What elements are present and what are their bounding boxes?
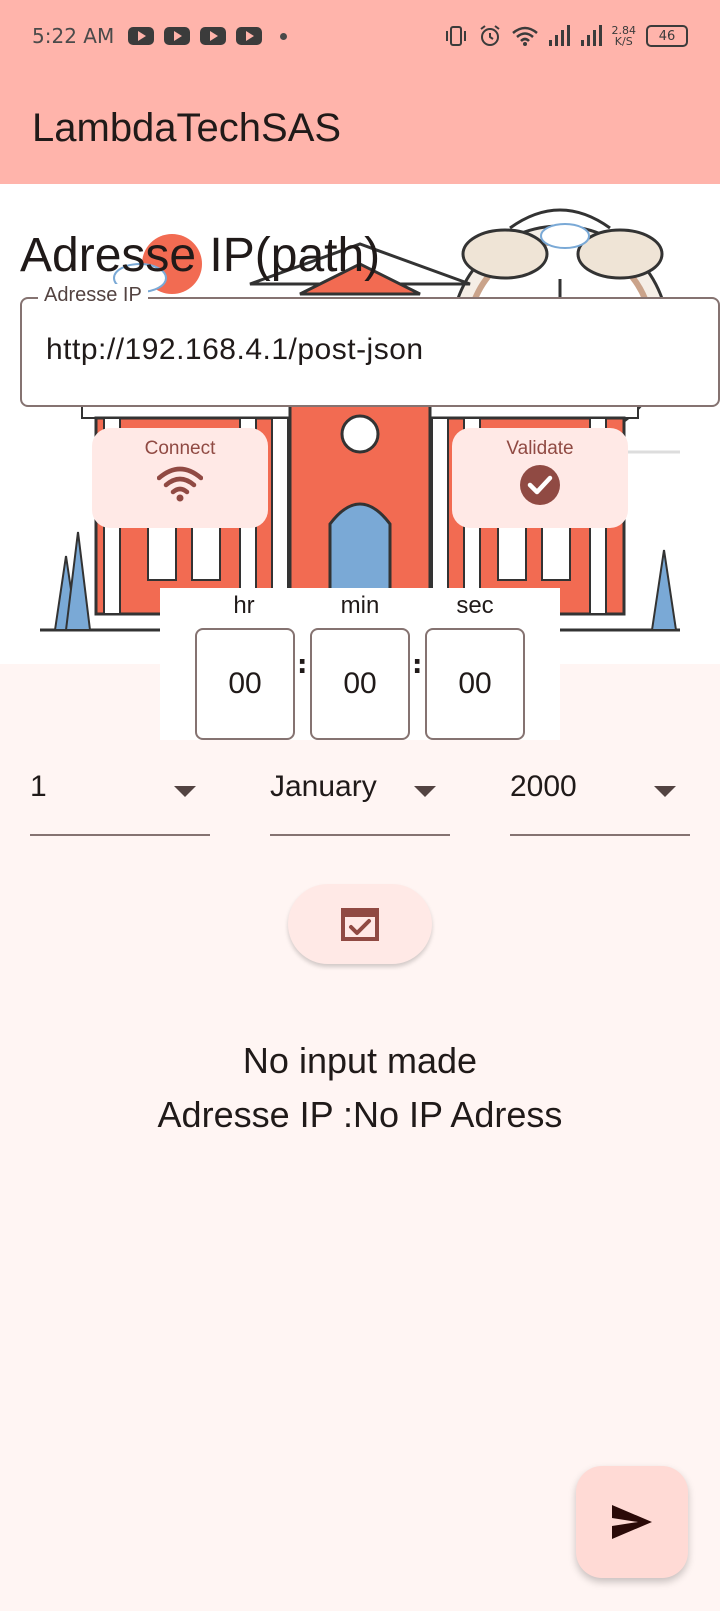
wifi-icon bbox=[511, 26, 538, 46]
ip-address-field[interactable]: Adresse IP http://192.168.4.1/post-json bbox=[20, 284, 720, 407]
minute-input[interactable]: 00 bbox=[310, 628, 410, 740]
battery-icon: 46 bbox=[646, 25, 688, 47]
vibrate-icon bbox=[445, 26, 466, 46]
time-separator: : bbox=[412, 650, 423, 680]
connect-button[interactable]: Connect bbox=[92, 428, 268, 528]
day-dropdown[interactable]: 1 bbox=[30, 760, 210, 836]
second-input[interactable]: 00 bbox=[425, 628, 525, 740]
hour-label: hr bbox=[233, 592, 255, 619]
more-notifications-dot-icon bbox=[280, 32, 288, 40]
app-title: LambdaTechSAS bbox=[32, 105, 342, 150]
youtube-notification-icon bbox=[128, 27, 155, 45]
check-circle-icon bbox=[520, 465, 560, 505]
wifi-icon bbox=[157, 466, 203, 502]
year-dropdown[interactable]: 2000 bbox=[510, 760, 690, 836]
dropdown-arrow-icon bbox=[654, 786, 676, 797]
status-bar: 5:22 AM 2.84 K/S 46 bbox=[0, 0, 720, 72]
connect-label: Connect bbox=[144, 438, 216, 459]
ip-field-value[interactable]: http://192.168.4.1/post-json bbox=[46, 333, 424, 367]
hour-input[interactable]: 00 bbox=[195, 628, 295, 740]
youtube-notification-icon bbox=[164, 27, 191, 45]
send-icon bbox=[612, 1505, 652, 1539]
alarm-icon bbox=[479, 25, 500, 46]
confirm-date-button[interactable] bbox=[288, 884, 432, 964]
ip-section-title: Adresse IP(path) bbox=[20, 229, 381, 282]
send-button[interactable] bbox=[576, 1466, 688, 1578]
second-label: sec bbox=[456, 592, 494, 619]
result-line-2: Adresse IP :No IP Adress bbox=[157, 1094, 563, 1135]
year-value: 2000 bbox=[510, 770, 577, 803]
signal-icon bbox=[580, 25, 602, 46]
network-speed-unit: K/S bbox=[614, 35, 633, 48]
network-speed: 2.84 K/S bbox=[612, 25, 637, 47]
youtube-notification-icon bbox=[236, 27, 263, 45]
month-value: January bbox=[270, 770, 377, 803]
ip-field-label: Adresse IP bbox=[38, 284, 148, 307]
youtube-notification-icon bbox=[200, 27, 227, 45]
month-dropdown[interactable]: January bbox=[270, 760, 450, 836]
validate-button[interactable]: Validate bbox=[452, 428, 628, 528]
day-value: 1 bbox=[30, 770, 47, 803]
signal-icon bbox=[548, 25, 570, 46]
minute-label: min bbox=[340, 592, 380, 619]
validate-label: Validate bbox=[506, 438, 574, 459]
result-message: No input made Adresse IP :No IP Adress bbox=[0, 1034, 720, 1142]
time-separator: : bbox=[297, 650, 308, 680]
result-line-1: No input made bbox=[242, 1040, 478, 1081]
event-available-icon bbox=[341, 908, 379, 941]
dropdown-arrow-icon bbox=[174, 786, 196, 797]
dropdown-arrow-icon bbox=[414, 786, 436, 797]
battery-level: 46 bbox=[658, 28, 676, 44]
app-bar: LambdaTechSAS bbox=[0, 72, 720, 184]
status-time: 5:22 AM bbox=[32, 24, 115, 48]
status-indicators: 2.84 K/S 46 bbox=[444, 24, 688, 48]
